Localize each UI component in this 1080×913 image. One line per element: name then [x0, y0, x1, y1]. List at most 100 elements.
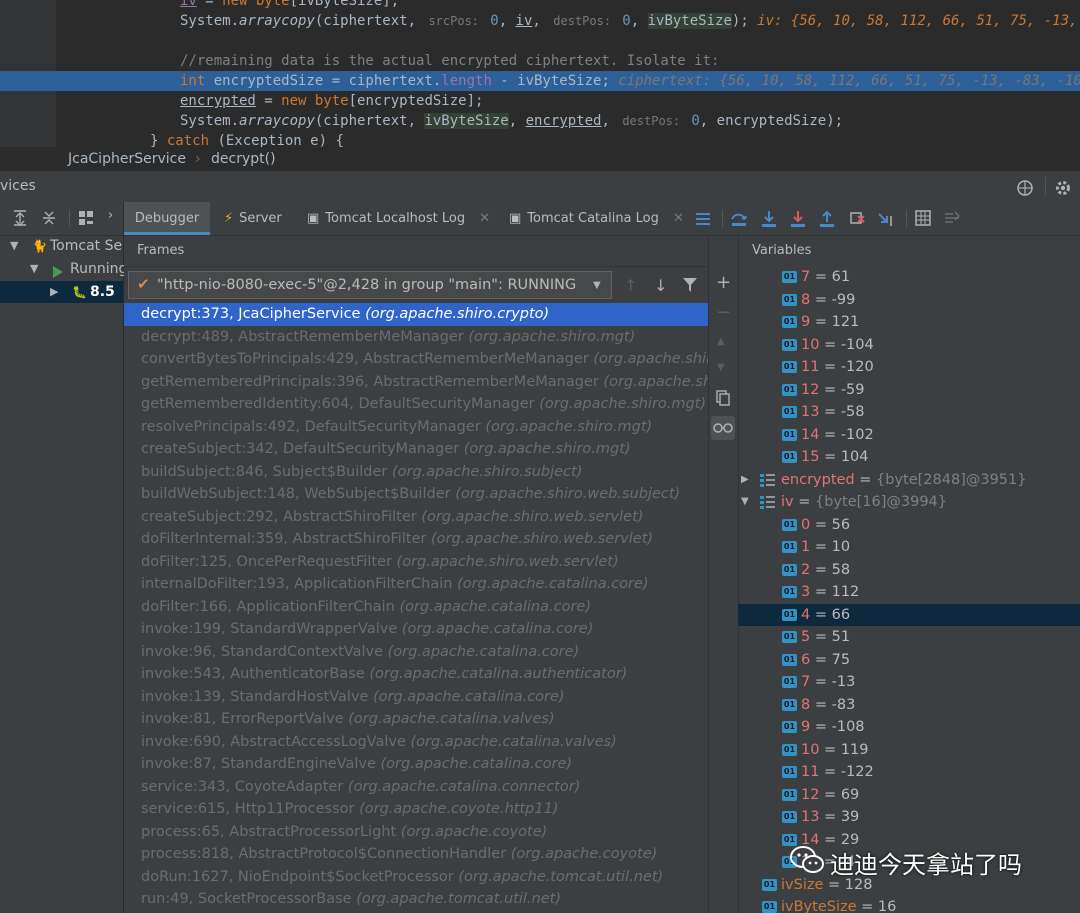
array-element-row[interactable]: 01 8 = -83	[738, 694, 1080, 717]
array-element-row[interactable]: 01 11 = -122	[738, 761, 1080, 784]
array-element-row[interactable]: 01 12 = -59	[738, 379, 1080, 402]
frame-item[interactable]: process:65, AbstractProcessorLight (org.…	[124, 821, 708, 844]
step-into-icon[interactable]	[760, 210, 778, 232]
array-element-row[interactable]: 01 13 = -58	[738, 401, 1080, 424]
array-element-row[interactable]: 01 5 = 51	[738, 626, 1080, 649]
frame-item[interactable]: createSubject:342, DefaultSecurityManage…	[124, 438, 708, 461]
frame-item[interactable]: buildWebSubject:148, WebSubject$Builder …	[124, 483, 708, 506]
tree-node-instance[interactable]: ▶ 🐛 8.5	[0, 281, 123, 303]
chevron-down-icon[interactable]: ▼	[741, 491, 749, 514]
frame-item[interactable]: invoke:543, AuthenticatorBase (org.apach…	[124, 663, 708, 686]
drop-frame-icon[interactable]	[848, 210, 866, 232]
collapse-all-icon[interactable]	[41, 209, 57, 231]
frame-item[interactable]: run:49, SocketProcessorBase (org.apache.…	[124, 888, 708, 911]
frame-item[interactable]: invoke:87, StandardEngineValve (org.apac…	[124, 753, 708, 776]
more-icon[interactable]: ›	[108, 208, 113, 223]
execution-line[interactable]: int encryptedSize = ciphertext.length - …	[0, 71, 1080, 91]
tab-catalina-log[interactable]: ▣ Tomcat Catalina Log ✕	[509, 202, 684, 235]
array-element-row[interactable]: 01 15 = 104	[738, 446, 1080, 469]
frames-list[interactable]: decrypt:373, JcaCipherService (org.apach…	[124, 303, 708, 913]
breadcrumb-class[interactable]: JcaCipherService	[68, 147, 186, 171]
array-element-row[interactable]: 01 7 = 61	[738, 266, 1080, 289]
thread-select[interactable]: ✔ "http-nio-8080-exec-5"@2,428 in group …	[128, 271, 612, 299]
run-to-cursor-icon[interactable]	[877, 210, 895, 232]
array-element-row[interactable]: 01 2 = 58	[738, 559, 1080, 582]
frame-item[interactable]: buildSubject:846, Subject$Builder (org.a…	[124, 461, 708, 484]
code-editor[interactable]: iv = new byte[ivByteSize]; System.arrayco…	[0, 0, 1080, 147]
code-line[interactable]: } catch (Exception e) {	[0, 131, 1080, 147]
frame-item[interactable]: resolvePrincipals:492, DefaultSecurityMa…	[124, 416, 708, 439]
step-out-icon[interactable]	[818, 210, 836, 232]
copy-icon[interactable]	[716, 390, 730, 410]
code-line[interactable]: System.arraycopy(ciphertext, ivByteSize,…	[0, 111, 1080, 131]
code-line[interactable]: //remaining data is the actual encrypted…	[0, 51, 1080, 71]
group-icon[interactable]	[78, 210, 94, 230]
frame-item[interactable]: doRun:1627, NioEndpoint$SocketProcessor …	[124, 866, 708, 889]
frame-item[interactable]: invoke:199, StandardWrapperValve (org.ap…	[124, 618, 708, 641]
force-step-into-icon[interactable]	[789, 210, 807, 232]
frame-item[interactable]: doFilterInternal:359, AbstractShiroFilte…	[124, 528, 708, 551]
frame-item[interactable]: getRememberedIdentity:604, DefaultSecuri…	[124, 393, 708, 416]
frame-item[interactable]: decrypt:373, JcaCipherService (org.apach…	[124, 303, 708, 326]
array-element-row[interactable]: 01 7 = -13	[738, 671, 1080, 694]
frame-item[interactable]: doFilter:166, ApplicationFilterChain (or…	[124, 596, 708, 619]
frame-item[interactable]: service:343, CoyoteAdapter (org.apache.c…	[124, 776, 708, 799]
arrow-up-icon[interactable]: ↑	[624, 276, 637, 295]
array-element-row[interactable]: 01 10 = 119	[738, 739, 1080, 762]
array-element-row[interactable]: 01 3 = 112	[738, 581, 1080, 604]
code-line[interactable]	[0, 31, 1080, 51]
array-element-row[interactable]: 01 9 = 121	[738, 311, 1080, 334]
code-line[interactable]: System.arraycopy(ciphertext, srcPos: 0, …	[0, 11, 1080, 31]
remove-watch-icon[interactable]: −	[716, 302, 731, 323]
close-icon[interactable]: ✕	[673, 211, 684, 226]
close-icon[interactable]: ✕	[479, 211, 490, 226]
array-element-row[interactable]: 01 0 = 56	[738, 514, 1080, 537]
watches-toggle[interactable]	[711, 416, 735, 440]
frame-item[interactable]: process:818, AbstractProtocol$Connection…	[124, 843, 708, 866]
array-element-row[interactable]: 01 9 = -108	[738, 716, 1080, 739]
frame-item[interactable]: createSubject:292, AbstractShiroFilter (…	[124, 506, 708, 529]
move-down-icon[interactable]: ▼	[717, 362, 725, 373]
tab-localhost-log[interactable]: ▣ Tomcat Localhost Log ✕	[307, 202, 490, 235]
array-element-row[interactable]: 01 6 = 75	[738, 649, 1080, 672]
array-element-row[interactable]: 01 1 = 10	[738, 536, 1080, 559]
code-line[interactable]: encrypted = new byte[encryptedSize];	[0, 91, 1080, 111]
frame-item[interactable]: getRememberedPrincipals:396, AbstractRem…	[124, 371, 708, 394]
tab-server[interactable]: ⚡ Server	[224, 202, 282, 235]
code-line[interactable]: iv = new byte[ivByteSize];	[0, 0, 1080, 11]
frame-method: internalDoFilter:193, ApplicationFilterC…	[141, 576, 453, 592]
frame-item[interactable]: invoke:139, StandardHostValve (org.apach…	[124, 686, 708, 709]
array-element-row[interactable]: 01 10 = -104	[738, 334, 1080, 357]
array-element-row[interactable]: 01 4 = 66	[738, 603, 1080, 626]
move-up-icon[interactable]: ▲	[717, 336, 725, 347]
frame-item[interactable]: invoke:690, AbstractAccessLogValve (org.…	[124, 731, 708, 754]
variable-row[interactable]: ▼ iv = {byte[16]@3994}	[738, 491, 1080, 514]
trace-icon[interactable]	[944, 210, 961, 230]
variable-row[interactable]: ▶ encrypted = {byte[2848]@3951}	[738, 469, 1080, 492]
frame-item[interactable]: internalDoFilter:193, ApplicationFilterC…	[124, 573, 708, 596]
arrow-down-icon[interactable]: ↓	[654, 276, 667, 295]
menu-icon[interactable]	[695, 211, 711, 231]
code-token: int	[180, 73, 214, 89]
frame-item[interactable]: decrypt:489, AbstractRememberMeManager (…	[124, 326, 708, 349]
breadcrumb-method[interactable]: decrypt()	[211, 147, 276, 171]
add-watch-icon[interactable]: +	[716, 272, 731, 293]
evaluate-icon[interactable]	[915, 210, 931, 230]
frame-item[interactable]: invoke:96, StandardContextValve (org.apa…	[124, 641, 708, 664]
frame-item[interactable]: doFilter:125, OncePerRequestFilter (org.…	[124, 551, 708, 574]
step-over-icon[interactable]	[730, 210, 748, 232]
frame-item[interactable]: convertBytesToPrincipals:429, AbstractRe…	[124, 348, 708, 371]
frame-item[interactable]: invoke:81, ErrorReportValve (org.apache.…	[124, 708, 708, 731]
expand-all-icon[interactable]	[12, 209, 28, 231]
filter-icon[interactable]	[682, 277, 698, 297]
array-element-row[interactable]: 01 11 = -120	[738, 356, 1080, 379]
array-element-row[interactable]: 01 12 = 69	[738, 784, 1080, 807]
variables-tree[interactable]: 01 7 = 61 01 8 = -99 01 9 = 121 01 10 = -104 01 1…	[738, 266, 1080, 913]
chevron-right-icon[interactable]: ▶	[741, 469, 749, 492]
tab-debugger[interactable]: Debugger	[124, 202, 210, 235]
variable-row[interactable]: 01 ivByteSize = 16	[738, 896, 1080, 913]
array-element-row[interactable]: 01 8 = -99	[738, 289, 1080, 312]
array-element-row[interactable]: 01 14 = -102	[738, 424, 1080, 447]
frame-item[interactable]: service:615, Http11Processor (org.apache…	[124, 798, 708, 821]
array-element-row[interactable]: 01 13 = 39	[738, 806, 1080, 829]
